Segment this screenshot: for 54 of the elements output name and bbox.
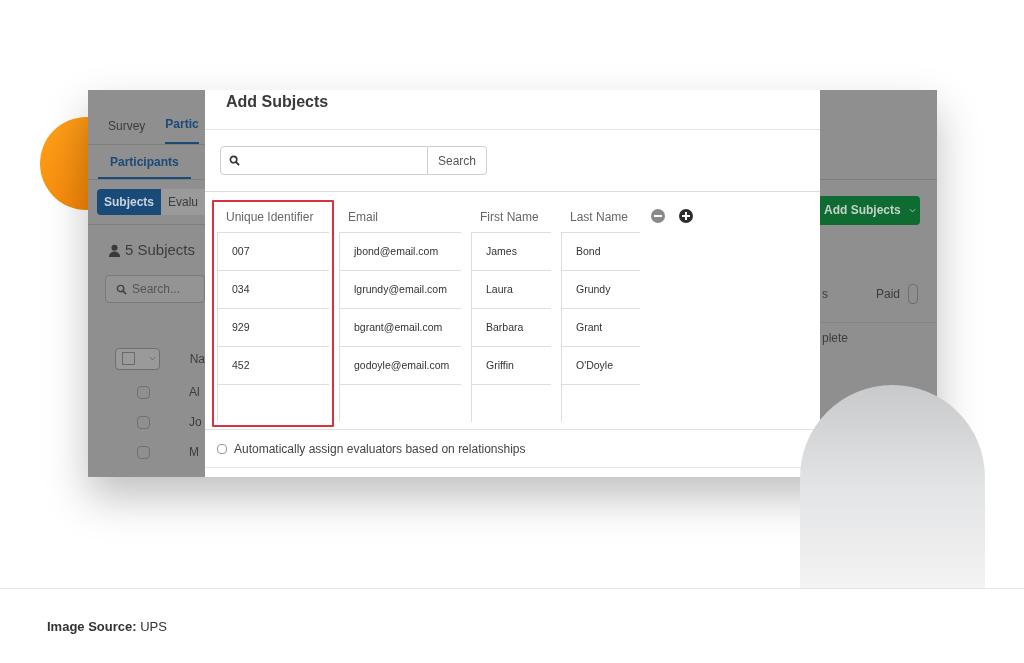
table-cell[interactable]: Grundy xyxy=(561,270,640,308)
table-cell[interactable]: Grant xyxy=(561,308,640,346)
row-name: Al xyxy=(189,384,200,401)
column-header: First Name xyxy=(480,209,539,226)
table-cell[interactable]: O'Doyle xyxy=(561,346,640,384)
status-text: plete xyxy=(822,330,849,347)
image-source-caption: Image Source: UPS xyxy=(47,619,167,634)
column-menu-button[interactable] xyxy=(908,283,919,304)
user-icon xyxy=(108,243,121,257)
table-cell[interactable] xyxy=(217,384,329,422)
column-header: Email xyxy=(348,209,378,226)
search-icon xyxy=(116,283,127,295)
table-cell[interactable]: 452 xyxy=(217,346,329,384)
table-cell[interactable]: James xyxy=(471,232,551,270)
table-cell[interactable]: godoyle@email.com xyxy=(339,346,461,384)
search-button[interactable]: Search xyxy=(428,146,488,175)
table-cell[interactable]: Griffin xyxy=(471,346,551,384)
column-header: Paid xyxy=(876,285,901,303)
row-checkbox[interactable] xyxy=(137,415,150,429)
subject-count: 5 Subjects xyxy=(125,239,196,260)
dialog-title: Add Subjects xyxy=(226,93,329,110)
add-subjects-button[interactable]: Add Subjects xyxy=(820,195,920,225)
nav-tab[interactable]: Survey xyxy=(108,117,146,144)
table-cell[interactable]: 007 xyxy=(217,232,329,270)
chevron-down-icon xyxy=(149,356,156,361)
select-all-dropdown[interactable] xyxy=(115,347,160,370)
row-checkbox[interactable] xyxy=(137,445,150,459)
row-name: Jo xyxy=(189,414,202,431)
search-field[interactable] xyxy=(220,146,428,175)
row-name: M xyxy=(189,444,199,461)
table-cell[interactable]: Barbara xyxy=(471,308,551,346)
column-header: s xyxy=(822,285,828,303)
row-checkbox[interactable] xyxy=(137,385,150,399)
table-cell[interactable]: 034 xyxy=(217,270,329,308)
column-header: Na xyxy=(189,350,205,368)
table-cell[interactable] xyxy=(471,384,551,422)
remove-column-icon[interactable] xyxy=(651,209,665,223)
table-cell[interactable]: bgrant@email.com xyxy=(339,308,461,346)
add-column-icon[interactable] xyxy=(679,209,693,223)
segment-button[interactable]: Subjects xyxy=(97,189,161,215)
table-cell[interactable] xyxy=(339,384,461,422)
table-cell[interactable]: jbond@email.com xyxy=(339,232,461,270)
table-cell[interactable]: lgrundy@email.com xyxy=(339,270,461,308)
table-cell[interactable]: Laura xyxy=(471,270,551,308)
column-header: Last Name xyxy=(570,209,629,226)
checkbox[interactable] xyxy=(217,443,227,454)
search-icon xyxy=(229,155,240,166)
table-cell[interactable] xyxy=(561,384,640,422)
checkbox-label: Automatically assign evaluators based on relationships xyxy=(234,440,526,458)
column-header: Unique Identifier xyxy=(226,209,314,226)
segment-button[interactable]: Evalu xyxy=(161,189,205,215)
table-cell[interactable]: Bond xyxy=(561,232,640,270)
chevron-down-icon xyxy=(908,207,916,213)
table-cell[interactable]: 929 xyxy=(217,308,329,346)
